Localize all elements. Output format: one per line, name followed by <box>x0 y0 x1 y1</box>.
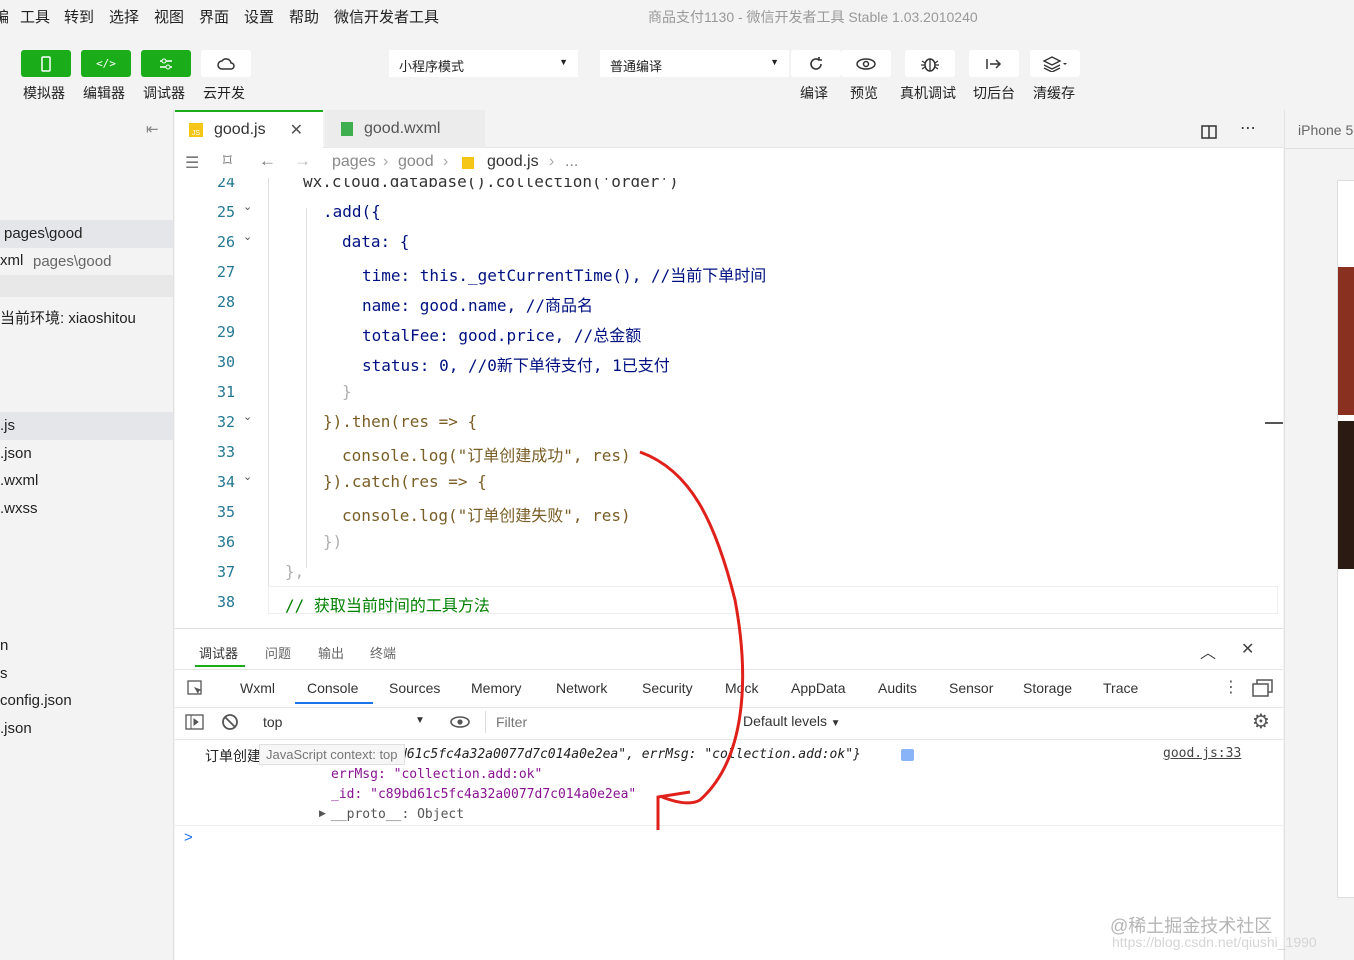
annotation-arrow <box>639 450 745 830</box>
watermark-url: https://blog.csdn.net/qiushi_1990 <box>1112 934 1317 950</box>
